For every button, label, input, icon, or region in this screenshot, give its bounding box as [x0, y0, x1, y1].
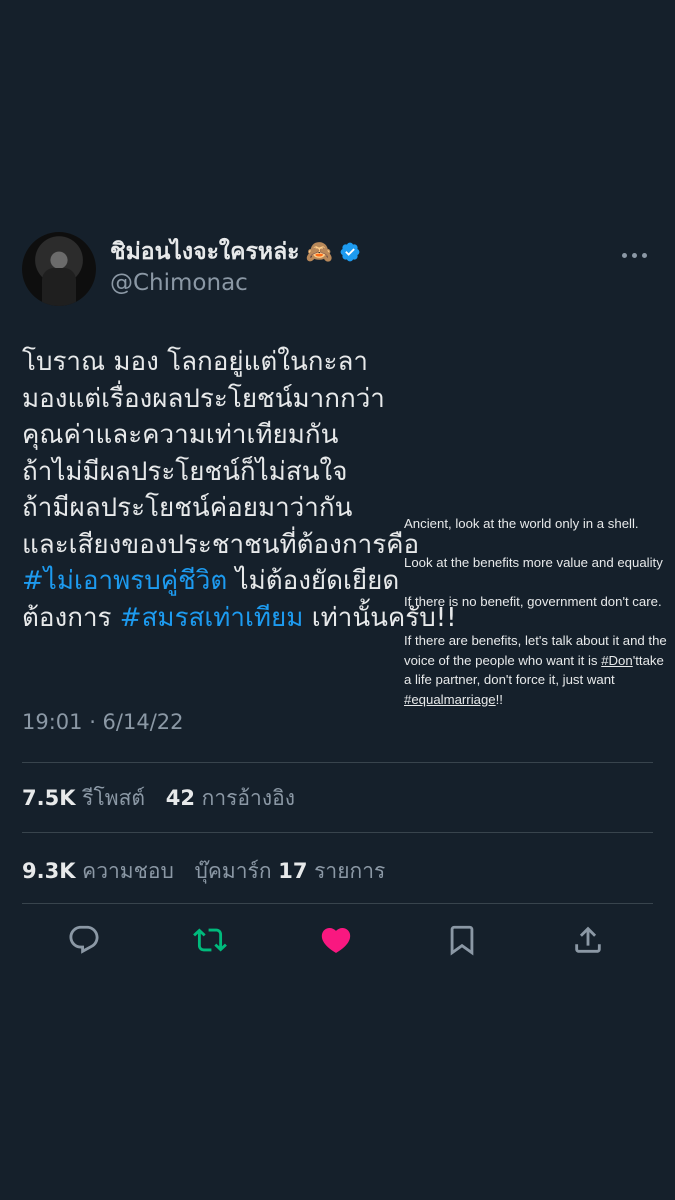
like-icon — [321, 927, 351, 953]
retweets-count: 7.5K — [22, 786, 76, 810]
tweet-text-segment: ต้องการ — [22, 602, 120, 633]
tweet-text-segment: มองแต่เรื่องผลประโยชน์มากกว่า — [22, 383, 385, 414]
tweet-text-segment: ไม่ต้องยัดเยียด — [227, 566, 400, 596]
see-no-evil-monkey-emoji: 🙈 — [305, 239, 333, 265]
tweet-text-segment: โบราณ มอง โลกอยู่แต่ในกะลา — [22, 347, 368, 377]
bookmarks-unit: รายการ — [314, 859, 386, 883]
retweet-icon — [193, 928, 227, 952]
retweet-button[interactable] — [190, 920, 230, 960]
translation-line-1: Ancient, look at the world only in a she… — [404, 516, 639, 531]
tweet-line: ถ้ามีผลประโยชน์ค่อยมาว่ากัน — [22, 490, 442, 527]
translation-line-2: Look at the benefits more value and equa… — [404, 555, 663, 570]
translation-line-4: If there are benefits, let's talk about … — [404, 631, 669, 709]
tweet-line: ถ้าไม่มีผลประโยชน์ก็ไม่สนใจ — [22, 454, 442, 491]
avatar[interactable] — [22, 232, 96, 306]
translation-overlay: Ancient, look at the world only in a she… — [404, 514, 669, 729]
tweet-line: คุณค่าและความเท่าเทียมกัน — [22, 417, 442, 454]
translation-hashtag-1: #Don — [601, 652, 633, 668]
quotes-label: การอ้างอิง — [201, 786, 295, 810]
tweet-text-segment: และเสียงของประชาชนที่ต้องการคือ — [22, 529, 420, 560]
tweet-line: และเสียงของประชาชนที่ต้องการคือ — [22, 527, 442, 564]
reply-button[interactable] — [64, 920, 104, 960]
tweet-text-segment: คุณค่าและความเท่าเทียมกัน — [22, 420, 339, 450]
translation-text: !! — [495, 691, 503, 707]
tweet-line: ต้องการ #สมรสเท่าเทียม เท่านั้นครับ!! — [22, 600, 457, 637]
likes-label: ความชอบ — [82, 859, 174, 883]
bookmarks-count: 17 — [278, 859, 308, 883]
more-options-icon[interactable] — [622, 250, 652, 260]
divider — [22, 832, 653, 833]
retweets-label: รีโพสต์ — [82, 786, 146, 810]
share-button[interactable] — [568, 920, 608, 960]
bookmark-icon — [450, 925, 474, 956]
hashtag-link[interactable]: #สมรสเท่าเทียม — [120, 603, 304, 633]
reply-icon — [69, 925, 99, 954]
action-bar — [0, 920, 675, 960]
tweet-text-segment: ถ้าไม่มีผลประโยชน์ก็ไม่สนใจ — [22, 456, 348, 487]
timestamp[interactable]: 19:01 · 6/14/22 — [22, 710, 184, 734]
translation-line-3: If there is no benefit, government don't… — [404, 594, 662, 609]
likes-count: 9.3K — [22, 859, 76, 883]
hashtag-link[interactable]: #ไม่เอาพรบคู่ชีวิต — [22, 566, 227, 596]
translation-hashtag-2: #equalmarriage — [404, 691, 496, 707]
bookmarks-label: บุ๊คมาร์ก — [194, 859, 272, 883]
verified-badge-icon — [340, 242, 360, 262]
retweet-stats[interactable]: 7.5K รีโพสต์ 42 การอ้างอิง — [22, 782, 295, 815]
tweet-text: โบราณ มอง โลกอยู่แต่ในกะลามองแต่เรื่องผล… — [22, 344, 457, 637]
divider — [22, 762, 653, 763]
quotes-count: 42 — [165, 786, 195, 810]
share-icon — [575, 926, 601, 953]
bookmark-button[interactable] — [442, 920, 482, 960]
like-stats[interactable]: 9.3K ความชอบ บุ๊คมาร์ก 17 รายการ — [22, 855, 385, 888]
author-name[interactable]: ชิม่อนไงจะใครหล่ะ 🙈 — [110, 234, 361, 270]
tweet-line: #ไม่เอาพรบคู่ชีวิต ไม่ต้องยัดเยียด — [22, 563, 442, 600]
like-button[interactable] — [316, 920, 356, 960]
tweet-line: โบราณ มอง โลกอยู่แต่ในกะลา — [22, 344, 442, 381]
display-name-text: ชิม่อนไงจะใครหล่ะ — [110, 239, 300, 265]
tweet-line: มองแต่เรื่องผลประโยชน์มากกว่า — [22, 381, 442, 418]
tweet-text-segment: ถ้ามีผลประโยชน์ค่อยมาว่ากัน — [22, 493, 353, 523]
author-handle[interactable]: @Chimonac — [110, 270, 248, 296]
divider — [22, 903, 653, 904]
